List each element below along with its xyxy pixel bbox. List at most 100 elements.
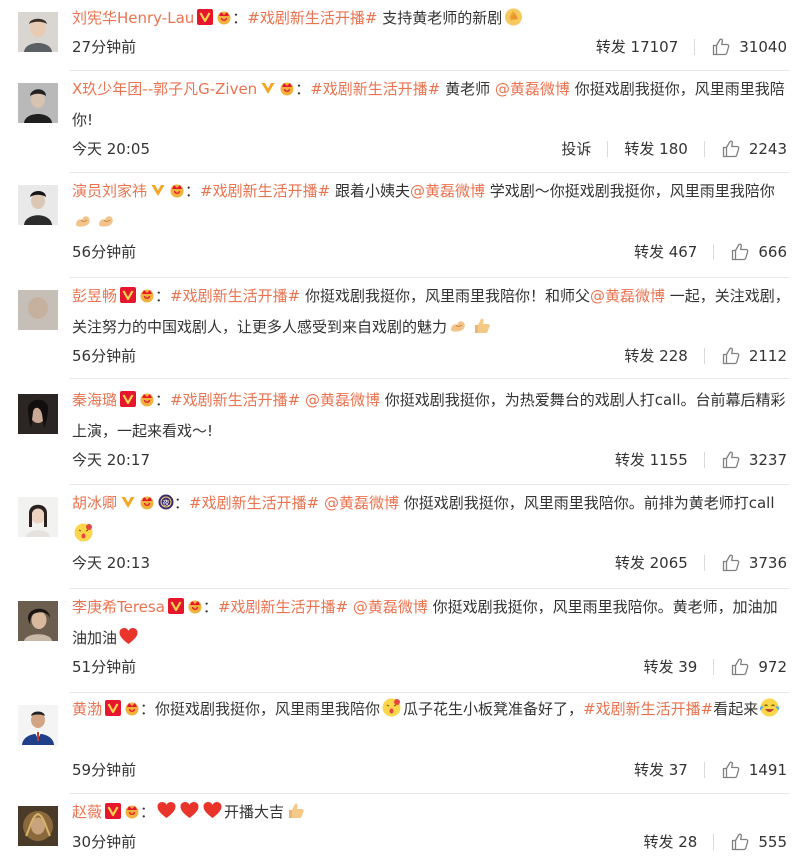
- thumbs-up-icon: [721, 553, 741, 573]
- crown-member-icon: [187, 598, 203, 614]
- comment-text: 开播大吉: [224, 803, 285, 821]
- like-button[interactable]: 31040: [711, 35, 787, 59]
- like-button[interactable]: 3237: [721, 448, 787, 472]
- comment-text: 你挺戏剧我挺你，风里雨里我陪你。前排为黄老师打call: [398, 494, 775, 512]
- like-button[interactable]: 1491: [721, 758, 787, 782]
- action-divider: [607, 141, 609, 157]
- avatar[interactable]: [18, 12, 58, 52]
- heart-emoji-icon: [179, 800, 200, 821]
- topic-link[interactable]: #戏剧新生活开播#: [200, 182, 330, 200]
- comment-time: 今天 20:13: [72, 554, 150, 572]
- action-divider: [703, 762, 705, 778]
- crown-member-icon: [139, 494, 155, 510]
- crown-member-icon: [139, 391, 155, 407]
- comment-time: 59分钟前: [72, 761, 137, 779]
- like-button[interactable]: 2243: [721, 137, 787, 161]
- topic-link[interactable]: #戏剧新生活开播#: [170, 391, 300, 409]
- user-name[interactable]: 秦海璐: [72, 391, 117, 409]
- repost-button[interactable]: 转发 228: [624, 344, 687, 368]
- comment-time: 30分钟前: [72, 833, 137, 851]
- like-button[interactable]: 666: [730, 240, 787, 264]
- mention-link[interactable]: @黄磊微博: [305, 391, 380, 409]
- comment-text: 你挺戏剧我挺你，风里雨里我陪你！和师父: [300, 287, 590, 305]
- user-name[interactable]: 赵薇: [72, 803, 102, 821]
- repost-button[interactable]: 转发 1155: [615, 448, 688, 472]
- repost-button[interactable]: 转发 467: [634, 240, 697, 264]
- comment-text: 你挺戏剧我挺你，风里雨里我陪你: [155, 700, 381, 718]
- comment-text: 支持黄老师的新剧: [377, 9, 503, 27]
- avatar[interactable]: [18, 185, 58, 225]
- comment-time: 今天 20:17: [72, 451, 150, 469]
- comment-time: 56分钟前: [72, 347, 137, 365]
- kiss-emoji-icon: [381, 697, 402, 718]
- topic-link[interactable]: #戏剧新生活开播#: [189, 494, 319, 512]
- topic-link[interactable]: #戏剧新生活开播#: [247, 9, 377, 27]
- avatar[interactable]: [18, 601, 58, 641]
- repost-button[interactable]: 转发 28: [644, 830, 698, 854]
- thumbs-up-icon: [721, 139, 741, 159]
- comment-time: 27分钟前: [72, 38, 137, 56]
- repost-button[interactable]: 转发 2065: [615, 551, 688, 575]
- like-count: 3736: [748, 554, 787, 572]
- clap-emoji-icon: [503, 6, 524, 27]
- user-name[interactable]: 胡冰卿: [72, 494, 117, 512]
- like-button[interactable]: 2112: [721, 344, 787, 368]
- like-count: 31040: [739, 38, 787, 56]
- action-divider: [713, 834, 715, 850]
- verified-badge-icon: [120, 494, 136, 510]
- mention-link[interactable]: @黄磊微博: [324, 494, 399, 512]
- mention-link[interactable]: @黄磊微博: [495, 80, 570, 98]
- avatar[interactable]: [18, 497, 58, 537]
- user-name[interactable]: 黄渤: [72, 700, 102, 718]
- action-divider: [703, 348, 705, 364]
- avatar[interactable]: [18, 394, 58, 434]
- topic-link[interactable]: #戏剧新生活开播#: [583, 700, 713, 718]
- repost-button[interactable]: 转发 39: [644, 655, 698, 679]
- thumbs-up-icon: [721, 346, 741, 366]
- thumbs-up-icon: [711, 37, 731, 57]
- comment-time: 56分钟前: [72, 243, 137, 261]
- separator: [70, 378, 789, 379]
- verified-badge-icon: [120, 391, 136, 407]
- avatar[interactable]: [18, 290, 58, 330]
- report-button[interactable]: 投诉: [561, 137, 591, 161]
- user-name[interactable]: 李庚希Teresa: [72, 598, 165, 616]
- like-count: 2112: [748, 347, 787, 365]
- comment-time: 今天 20:05: [72, 140, 150, 158]
- topic-link[interactable]: #戏剧新生活开播#: [170, 287, 300, 305]
- like-button[interactable]: 555: [730, 830, 787, 854]
- avatar[interactable]: [18, 705, 58, 745]
- crown-member-icon: [169, 182, 185, 198]
- crown-member-icon: [216, 9, 232, 25]
- crown-member-icon: [139, 287, 155, 303]
- comment-text: 黄老师: [440, 80, 495, 98]
- user-name[interactable]: 彭昱畅: [72, 287, 117, 305]
- mention-link[interactable]: @黄磊微博: [590, 287, 665, 305]
- action-divider: [703, 555, 705, 571]
- comment-text: 看起来: [713, 700, 759, 718]
- repost-button[interactable]: 转发 37: [634, 758, 688, 782]
- heart-emoji-icon: [202, 800, 223, 821]
- heart-emoji-icon: [118, 626, 139, 647]
- mention-link[interactable]: @黄磊微博: [353, 598, 428, 616]
- user-name[interactable]: 刘宪华Henry-Lau: [72, 9, 194, 27]
- night-badge-icon: [158, 494, 174, 510]
- avatar[interactable]: [18, 83, 58, 123]
- user-name[interactable]: 演员刘家祎: [72, 182, 147, 200]
- like-button[interactable]: 3736: [721, 551, 787, 575]
- muscle-emoji-icon: [73, 210, 94, 231]
- user-name[interactable]: X玖少年团--郭子凡G-Ziven: [72, 80, 257, 98]
- repost-button[interactable]: 转发 180: [624, 137, 687, 161]
- crown-member-icon: [124, 803, 140, 819]
- avatar[interactable]: [18, 806, 58, 846]
- mention-link[interactable]: @黄磊微博: [410, 182, 485, 200]
- repost-button[interactable]: 转发 17107: [596, 35, 679, 59]
- topic-link[interactable]: #戏剧新生活开播#: [218, 598, 348, 616]
- action-divider: [703, 141, 705, 157]
- topic-link[interactable]: #戏剧新生活开播#: [310, 80, 440, 98]
- crown-member-icon: [279, 80, 295, 96]
- separator: [70, 484, 789, 485]
- verified-badge-icon: [105, 803, 121, 819]
- thumbs-up-icon: [730, 832, 750, 852]
- like-button[interactable]: 972: [730, 655, 787, 679]
